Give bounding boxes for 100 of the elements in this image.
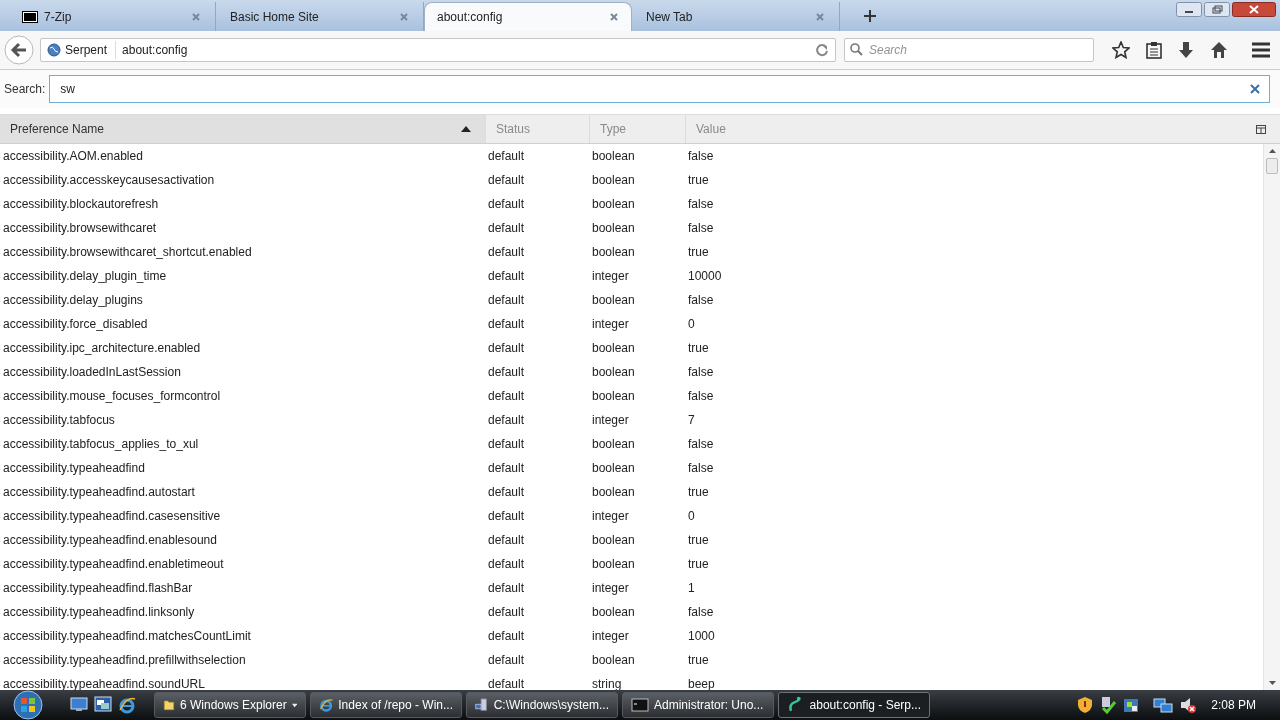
table-cell-text: default xyxy=(487,412,526,429)
taskbar-button[interactable]: Administrator: Uno... xyxy=(622,692,774,718)
console-icon xyxy=(631,696,649,714)
table-cell-text: integer xyxy=(591,316,630,333)
computer-icon xyxy=(475,696,489,714)
table-cell-text: false xyxy=(687,292,715,309)
table-cell-text: accessibility.delay_plugin_time xyxy=(2,268,168,285)
table-cell-text: accessibility.blockautorefresh xyxy=(2,196,160,213)
table-cell-text: default xyxy=(487,628,526,645)
table-cell-text: default xyxy=(487,436,526,453)
table-cell-text: true xyxy=(687,172,710,189)
table-cell-text: 1 xyxy=(687,580,696,597)
table-cell-text: default xyxy=(487,652,526,669)
table-cell-text: accessibility.force_disabled xyxy=(2,316,149,333)
desktop-icon[interactable] xyxy=(70,696,88,712)
table-cell-text: accessibility.AOM.enabled xyxy=(2,148,144,165)
table-cell-text: accessibility.typeaheadfind.casesensitive xyxy=(2,508,222,525)
shield-warning-icon[interactable] xyxy=(1077,696,1094,714)
clipboard-icon[interactable] xyxy=(1146,41,1162,59)
menu-icon[interactable] xyxy=(1252,42,1270,58)
table-cell-text: default xyxy=(487,604,526,621)
minimize-icon[interactable] xyxy=(1176,2,1202,17)
globe-icon xyxy=(47,43,61,57)
reload-icon[interactable] xyxy=(815,43,829,57)
taskbar-button[interactable]: 6 Windows Explorer xyxy=(154,692,306,718)
table-cell-text: accessibility.browsewithcaret_shortcut.enabled xyxy=(2,244,253,261)
taskbar-button[interactable]: Index of /repo - Win... xyxy=(310,692,462,718)
column-header[interactable]: Preference Name xyxy=(0,115,486,143)
table-cell-text: default xyxy=(487,556,526,573)
table-cell-text: integer xyxy=(591,508,630,525)
restore-icon[interactable] xyxy=(1204,2,1230,17)
download-icon[interactable] xyxy=(1178,41,1194,59)
table-cell-text: default xyxy=(487,532,526,549)
web-search-field[interactable]: Search xyxy=(844,38,1094,62)
table-cell-text: accessibility.typeaheadfind.autostart xyxy=(2,484,196,501)
scroll-thumb[interactable] xyxy=(1266,158,1278,174)
table-cell-text: accessibility.typeaheadfind.linksonly xyxy=(2,604,196,621)
archive-icon xyxy=(22,10,38,23)
table-cell-text: boolean xyxy=(591,196,636,213)
table-cell-text: false xyxy=(687,436,715,453)
search-icon xyxy=(850,43,863,56)
table-cell-text: accessibility.browsewithcaret xyxy=(2,220,158,237)
clear-icon[interactable] xyxy=(1250,84,1260,94)
table-cell-text: default xyxy=(487,244,526,261)
home-icon[interactable] xyxy=(1210,41,1228,59)
dropdown-arrow-icon xyxy=(291,702,297,708)
table-cell-text: accessibility.tabfocus_applies_to_xul xyxy=(2,436,200,453)
table-cell-text: true xyxy=(687,244,710,261)
table-cell-text: true xyxy=(687,532,710,549)
browser-e-icon xyxy=(319,696,334,714)
table-cell-text: default xyxy=(487,364,526,381)
table-cell-text: default xyxy=(487,460,526,477)
table-cell-text: default xyxy=(487,148,526,165)
table-cell-text: default xyxy=(487,484,526,501)
table-cell-text: true xyxy=(687,484,710,501)
tray-check-icon[interactable] xyxy=(1099,696,1118,714)
table-cell-text: false xyxy=(687,220,715,237)
volume-muted-icon[interactable] xyxy=(1179,696,1198,714)
table-cell-text: boolean xyxy=(591,652,636,669)
table-cell-text: 0 xyxy=(687,508,696,525)
close-icon[interactable] xyxy=(609,12,619,22)
close-window-icon[interactable] xyxy=(1232,2,1276,17)
browser-tab[interactable]: about:config xyxy=(424,2,632,31)
table-cell-text: default xyxy=(487,268,526,285)
window-switcher-icon[interactable] xyxy=(94,696,112,712)
scrollbar[interactable] xyxy=(1263,144,1280,690)
taskbar-button[interactable]: about:config - Serp... xyxy=(778,692,930,718)
table-cell-text: boolean xyxy=(591,604,636,621)
taskbar-button[interactable]: C:\Windows\system... xyxy=(466,692,618,718)
clock[interactable]: 2:08 PM xyxy=(1211,696,1256,714)
table-cell-text: default xyxy=(487,220,526,237)
table-cell-text: default xyxy=(487,388,526,405)
table-cell-text: integer xyxy=(591,268,630,285)
table-cell-text: boolean xyxy=(591,460,636,477)
table-cell-text: boolean xyxy=(591,244,636,261)
table-cell-text: 0 xyxy=(687,316,696,333)
back-icon[interactable] xyxy=(4,35,34,65)
table-cell-text: false xyxy=(687,460,715,477)
new-tab-icon[interactable] xyxy=(864,10,876,22)
table-cell-text: integer xyxy=(591,628,630,645)
table-cell-text: accessibility.typeaheadfind.flashBar xyxy=(2,580,194,597)
url-bar[interactable]: Serpent about:config xyxy=(40,38,836,62)
browser-e-icon[interactable] xyxy=(118,696,136,714)
table-cell-text: boolean xyxy=(591,364,636,381)
table-cell-text: accessibility.typeaheadfind.prefillwithselection xyxy=(2,652,247,669)
table-cell-text: boolean xyxy=(591,172,636,189)
filter-field[interactable]: sw xyxy=(49,75,1270,103)
column-picker-icon[interactable] xyxy=(1256,124,1266,134)
table-cell-text: 10000 xyxy=(687,268,723,285)
star-icon[interactable] xyxy=(1112,41,1130,59)
table-cell-text: string xyxy=(591,676,623,690)
table-cell-text: false xyxy=(687,388,715,405)
table-cell-text: false xyxy=(687,148,715,165)
site-identity[interactable]: Serpent xyxy=(65,41,117,59)
table-cell-text: 7 xyxy=(687,412,696,429)
table-cell-text: true xyxy=(687,556,710,573)
table-cell-text: accessibility.accesskeycausesactivation xyxy=(2,172,216,189)
table-cell-text: default xyxy=(487,580,526,597)
table-cell-text: default xyxy=(487,508,526,525)
network-icon[interactable] xyxy=(1153,696,1174,714)
